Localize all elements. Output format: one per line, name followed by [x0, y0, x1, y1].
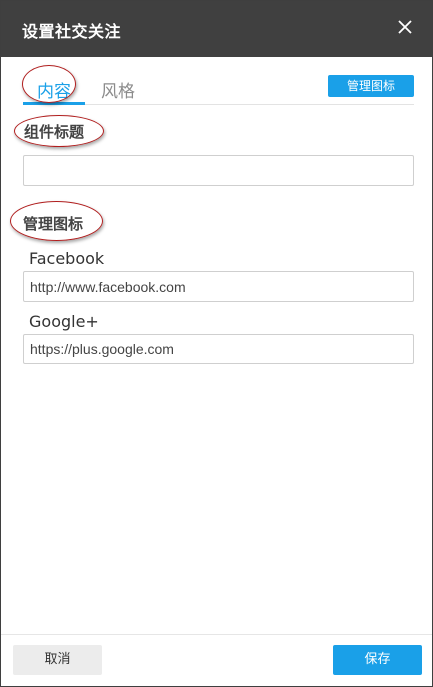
- manage-icons-label: 管理图标: [23, 215, 84, 233]
- facebook-url-input[interactable]: [23, 271, 414, 302]
- dialog-footer: 取消 保存: [1, 634, 432, 686]
- close-button[interactable]: [392, 14, 418, 40]
- googleplus-url-input[interactable]: [23, 334, 414, 364]
- tab-style[interactable]: 风格: [101, 77, 135, 102]
- widget-title-label: 组件标题: [24, 123, 85, 141]
- cancel-button[interactable]: 取消: [13, 645, 102, 675]
- manage-icons-button[interactable]: 管理图标: [328, 75, 414, 97]
- annotation-ellipse-tab: [22, 65, 76, 103]
- dialog-titlebar: 设置社交关注: [1, 1, 432, 57]
- facebook-label: Facebook: [29, 249, 105, 268]
- widget-title-input[interactable]: [23, 155, 414, 186]
- dialog-title: 设置社交关注: [22, 22, 122, 41]
- googleplus-label: Google+: [29, 312, 99, 331]
- save-button[interactable]: 保存: [333, 645, 422, 675]
- close-icon: [398, 20, 412, 34]
- social-follow-dialog: 设置社交关注 内容 风格 管理图标 组件标题 管理图标 Facebook Goo…: [0, 0, 433, 687]
- tab-bar: 内容 风格 管理图标: [23, 73, 414, 105]
